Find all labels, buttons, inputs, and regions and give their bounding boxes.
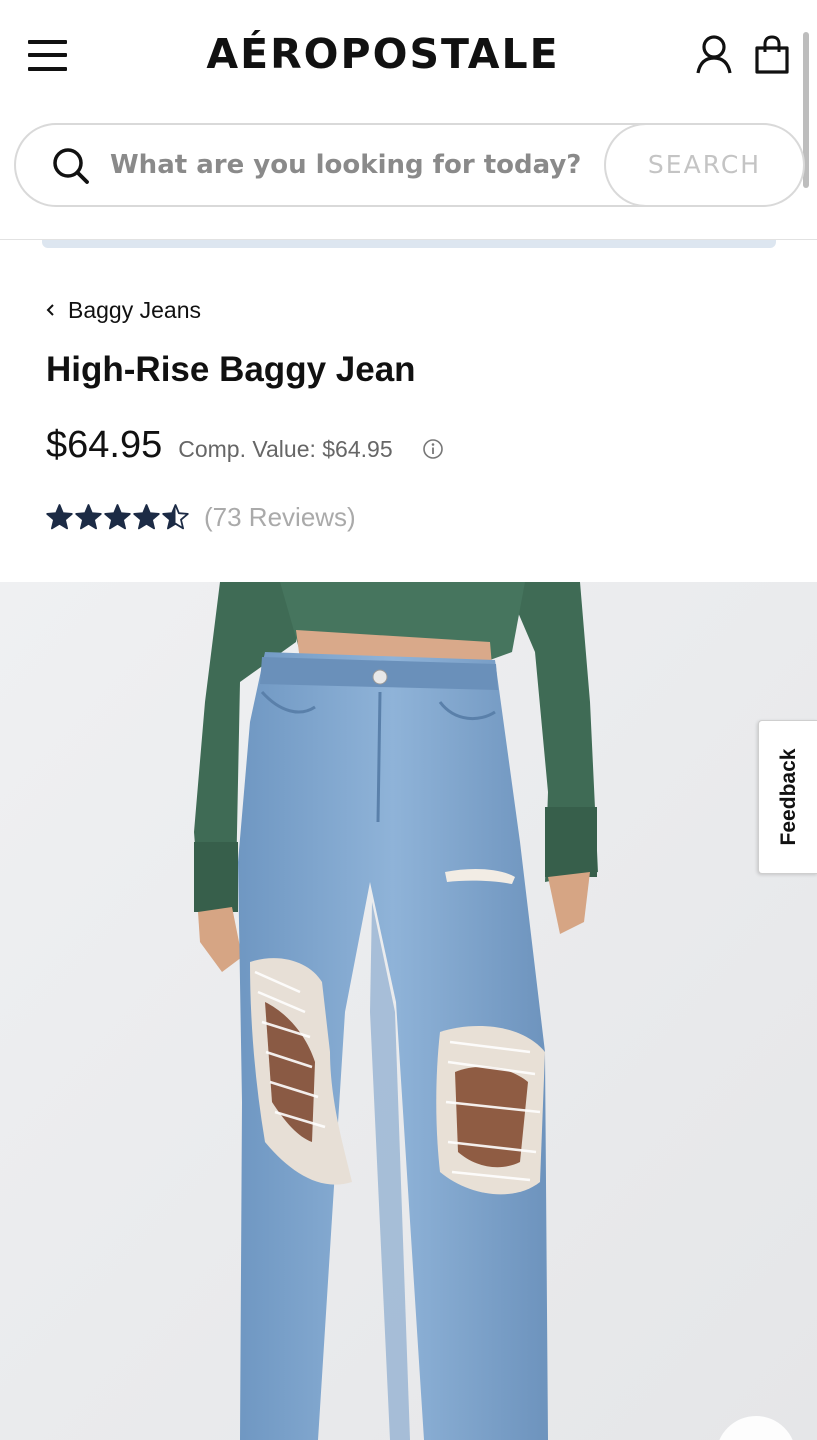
star-rating [46, 504, 191, 530]
search-input[interactable] [110, 139, 600, 191]
search-bar: SEARCH [14, 123, 805, 207]
star-icon [46, 504, 73, 530]
shopping-bag-icon[interactable] [752, 34, 792, 76]
feedback-tab[interactable]: Feedback [758, 720, 817, 874]
search-icon[interactable] [52, 147, 90, 185]
product-price: $64.95 [46, 424, 163, 466]
feedback-label: Feedback [776, 748, 800, 846]
search-button[interactable]: SEARCH [604, 123, 805, 207]
product-image[interactable] [0, 582, 817, 1440]
star-icon [133, 504, 160, 530]
price-row: $64.95 Comp. Value: $64.95 [46, 424, 443, 474]
user-account-icon[interactable] [694, 34, 734, 76]
site-header: AÉROPOSTALE SEARCH [0, 0, 817, 240]
star-icon [104, 504, 131, 530]
info-icon[interactable] [422, 438, 444, 460]
breadcrumb[interactable]: Baggy Jeans [44, 294, 201, 326]
brand-logo[interactable]: AÉROPOSTALE [200, 26, 566, 82]
product-photo-illustration [0, 582, 817, 1440]
menu-bar [28, 40, 67, 44]
reviews-count[interactable]: (73 Reviews) [204, 502, 356, 533]
star-icon [162, 504, 189, 530]
promo-banner-strip [42, 240, 776, 248]
star-icon [75, 504, 102, 530]
hamburger-menu-icon[interactable] [28, 38, 68, 74]
menu-bar [28, 67, 67, 71]
menu-bar [28, 53, 67, 57]
comp-value: Comp. Value: $64.95 [178, 436, 393, 462]
rating-summary[interactable]: (73 Reviews) [46, 498, 356, 536]
chevron-left-icon [46, 304, 54, 316]
product-title: High-Rise Baggy Jean [46, 350, 416, 389]
breadcrumb-label: Baggy Jeans [68, 296, 201, 323]
